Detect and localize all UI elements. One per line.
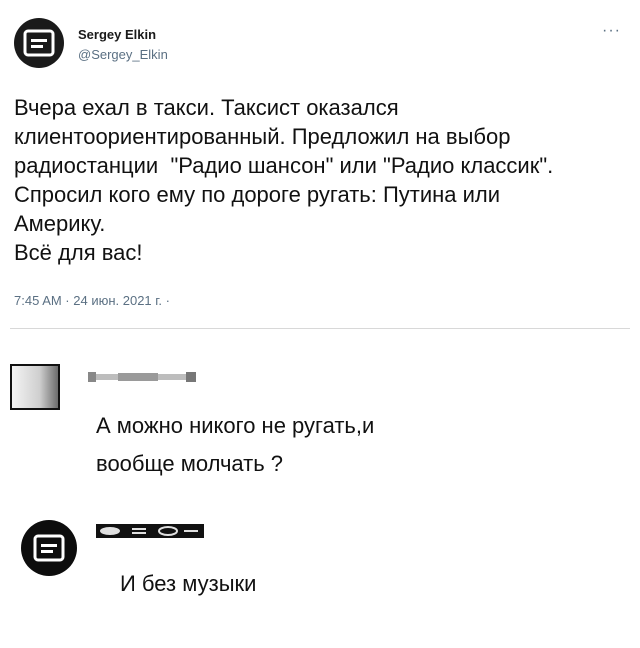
comment-text: А можно никого не ругать,и вообще молчат… (96, 407, 374, 483)
comment-author-redacted (96, 524, 204, 538)
comment-line: вообще молчать ? (96, 451, 284, 476)
tweet-timestamp[interactable]: 7:45 AM · 24 июн. 2021 г. · (14, 293, 170, 308)
tweet-line: Америку. (14, 211, 106, 236)
tweet-line: радиостанции "Радио шансон" или "Радио к… (14, 153, 554, 178)
comment-avatar[interactable] (21, 520, 77, 576)
tweet-line: Вчера ехал в такси. Таксист оказался (14, 95, 399, 120)
avatar-face-icon (33, 534, 65, 562)
author-name[interactable]: Sergey Elkin (78, 27, 156, 42)
author-avatar[interactable] (14, 18, 64, 68)
comment-author-redacted (88, 372, 196, 382)
tweet-line: клиентоориентированный. Предложил на выб… (14, 124, 511, 149)
avatar-face-icon (23, 29, 55, 57)
comment-line: А можно никого не ругать,и (96, 413, 375, 438)
divider (10, 328, 630, 329)
tweet-text: Вчера ехал в такси. Таксист оказался кли… (14, 93, 614, 267)
comment-avatar[interactable] (10, 364, 60, 410)
author-handle[interactable]: @Sergey_Elkin (78, 47, 168, 62)
more-dots-icon[interactable]: ··· (602, 22, 621, 40)
comment-text: И без музыки (120, 571, 257, 596)
tweet-line: Всё для вас! (14, 240, 143, 265)
tweet-line: Спросил кого ему по дороге ругать: Путин… (14, 182, 501, 207)
